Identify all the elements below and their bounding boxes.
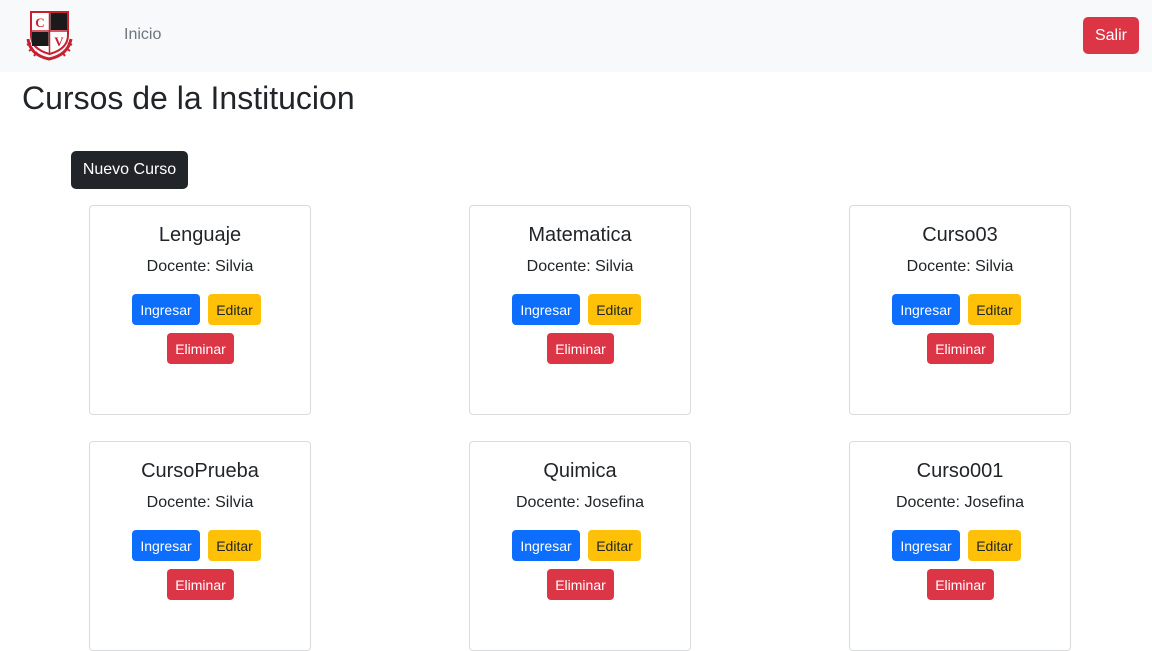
- delete-course-button[interactable]: Eliminar: [927, 569, 994, 600]
- course-name: Matematica: [528, 224, 632, 246]
- logout-button[interactable]: Salir: [1083, 17, 1139, 54]
- course-card: CursoPrueba Docente: Silvia Ingresar Edi…: [89, 441, 311, 651]
- course-name: Lenguaje: [158, 224, 242, 246]
- enter-course-button[interactable]: Ingresar: [512, 294, 580, 325]
- enter-course-button[interactable]: Ingresar: [892, 530, 960, 561]
- delete-course-button[interactable]: Eliminar: [167, 569, 234, 600]
- course-name: Quimica: [543, 460, 617, 482]
- course-card: Curso001 Docente: Josefina Ingresar Edit…: [849, 441, 1071, 651]
- delete-course-button[interactable]: Eliminar: [167, 333, 234, 364]
- course-teacher: Docente: Silvia: [526, 258, 634, 275]
- svg-text:V: V: [54, 34, 64, 49]
- course-teacher: Docente: Silvia: [146, 494, 254, 511]
- delete-course-button[interactable]: Eliminar: [547, 333, 614, 364]
- navbar: C V Inicio Salir: [0, 0, 1152, 72]
- edit-course-button[interactable]: Editar: [588, 530, 641, 561]
- enter-course-button[interactable]: Ingresar: [512, 530, 580, 561]
- edit-course-button[interactable]: Editar: [208, 530, 261, 561]
- edit-course-button[interactable]: Editar: [588, 294, 641, 325]
- course-teacher: Docente: Silvia: [906, 258, 1014, 275]
- svg-text:C: C: [35, 15, 44, 30]
- course-teacher: Docente: Silvia: [146, 258, 254, 275]
- edit-course-button[interactable]: Editar: [968, 294, 1021, 325]
- nav-link-home[interactable]: Inicio: [124, 26, 161, 44]
- page-title: Cursos de la Institucion: [22, 80, 355, 116]
- course-teacher: Docente: Josefina: [895, 494, 1025, 511]
- school-crest-logo[interactable]: C V: [22, 9, 77, 61]
- course-card: Matematica Docente: Silvia Ingresar Edit…: [469, 205, 691, 415]
- course-card: Quimica Docente: Josefina Ingresar Edita…: [469, 441, 691, 651]
- course-name: Curso03: [922, 224, 998, 246]
- enter-course-button[interactable]: Ingresar: [132, 294, 200, 325]
- edit-course-button[interactable]: Editar: [968, 530, 1021, 561]
- enter-course-button[interactable]: Ingresar: [892, 294, 960, 325]
- new-course-button[interactable]: Nuevo Curso: [71, 151, 188, 189]
- delete-course-button[interactable]: Eliminar: [547, 569, 614, 600]
- enter-course-button[interactable]: Ingresar: [132, 530, 200, 561]
- course-teacher: Docente: Josefina: [515, 494, 645, 511]
- course-name: Curso001: [916, 460, 1004, 482]
- delete-course-button[interactable]: Eliminar: [927, 333, 994, 364]
- course-card: Lenguaje Docente: Silvia Ingresar Editar…: [89, 205, 311, 415]
- course-name: CursoPrueba: [141, 460, 259, 482]
- course-card: Curso03 Docente: Silvia Ingresar Editar …: [849, 205, 1071, 415]
- edit-course-button[interactable]: Editar: [208, 294, 261, 325]
